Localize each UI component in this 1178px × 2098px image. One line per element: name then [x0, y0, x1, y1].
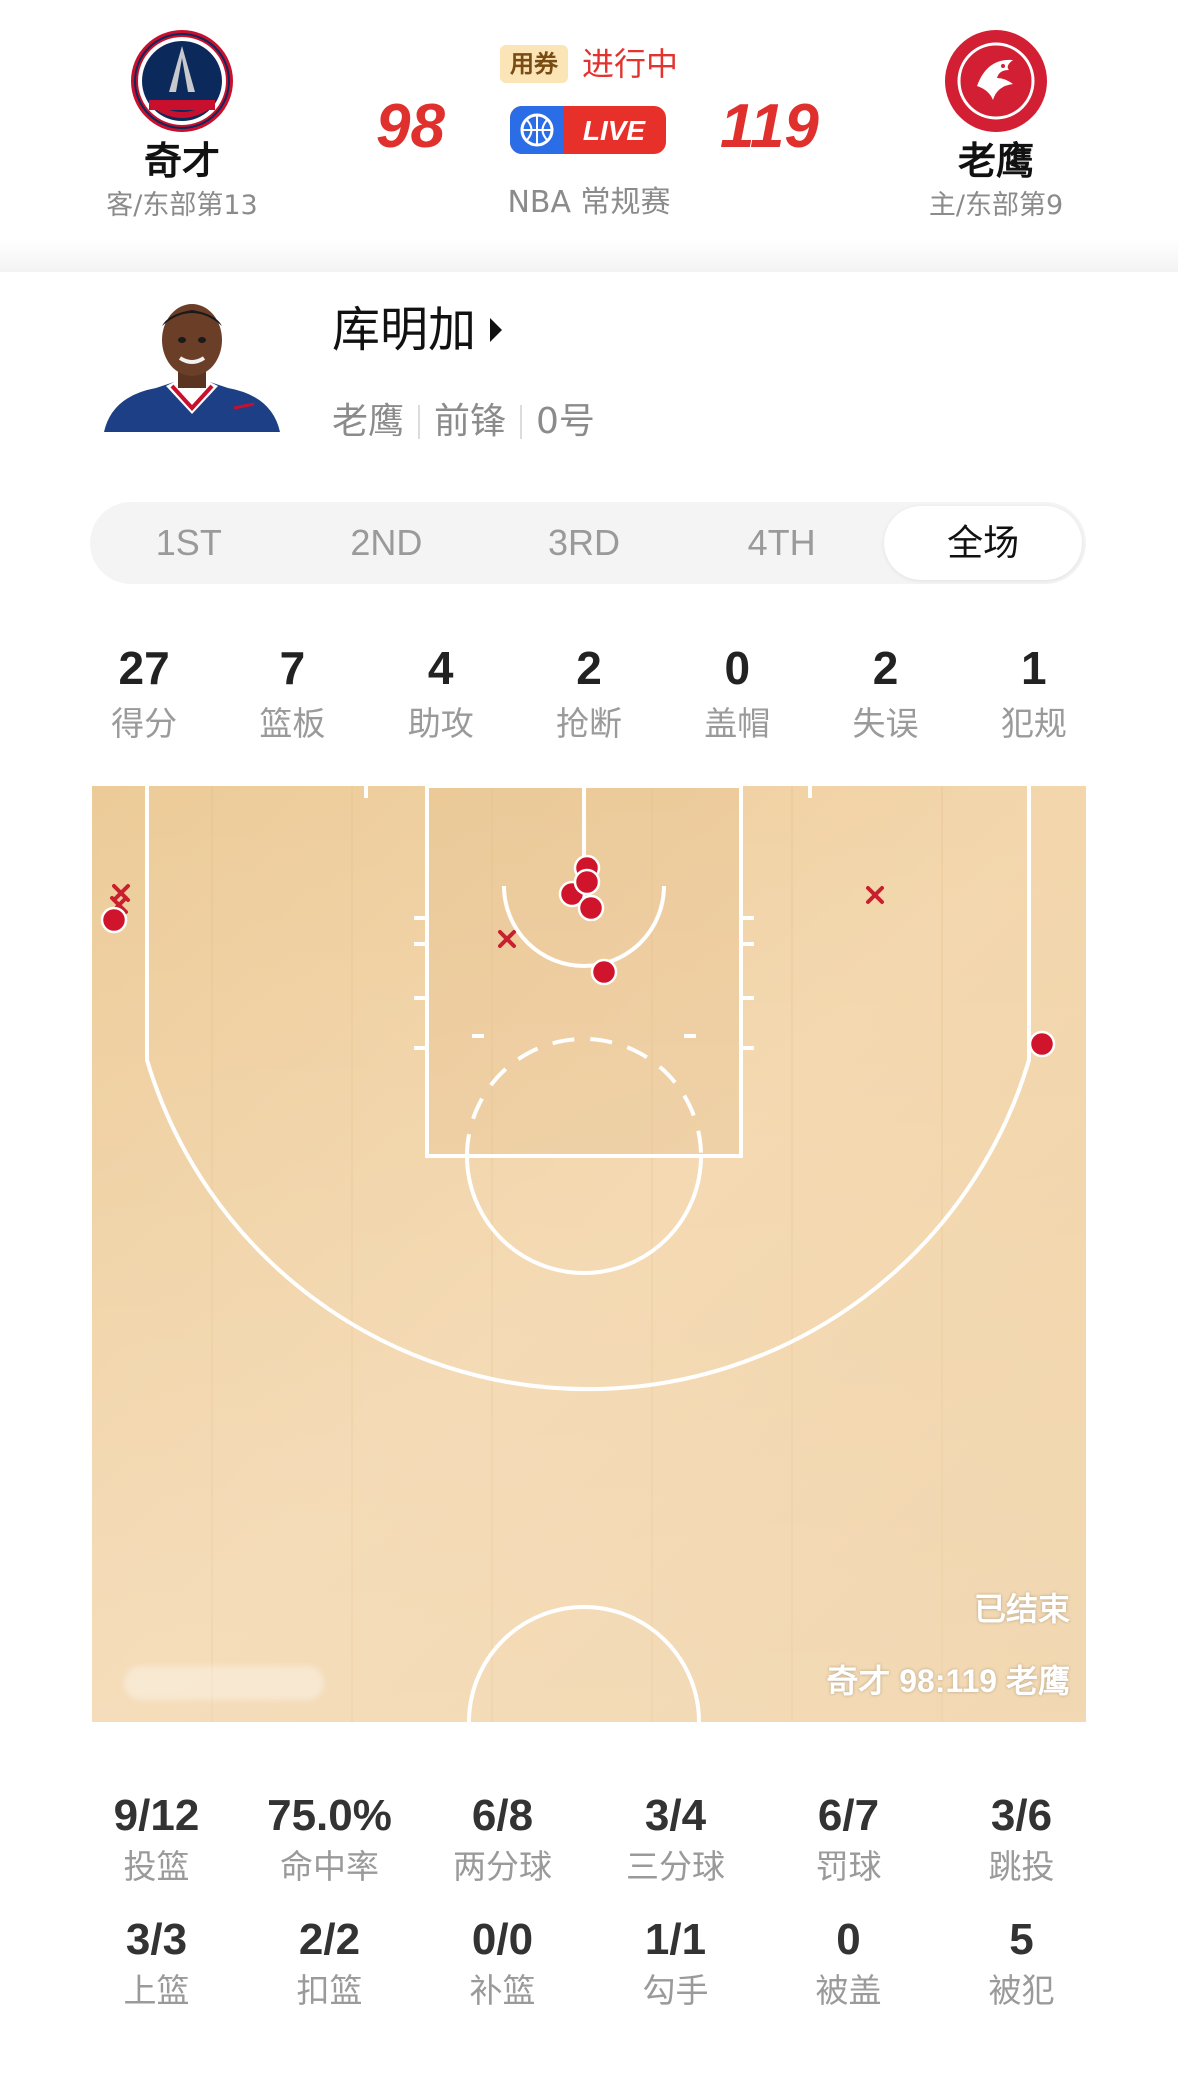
stat-ft: 6/7 罚球	[762, 1790, 935, 1888]
stat-label: 篮板	[259, 704, 326, 743]
stat-value: 0	[724, 642, 751, 694]
shooting-stats: 9/12 投篮 75.0% 命中率 6/8 两分球 3/4 三分球 6/7 罚球 3/6 跳…	[70, 1790, 1108, 2012]
stat-points: 27 得分	[70, 640, 218, 746]
divider	[520, 405, 523, 439]
caret-right-icon	[490, 318, 503, 342]
stat-steals: 2 抢断	[515, 640, 663, 746]
player-meta: 老鹰 前锋 0号	[332, 400, 595, 444]
stat-fg-pct: 75.0% 命中率	[243, 1790, 416, 1888]
stat-value: 7	[279, 642, 306, 694]
stat-value: 0/0	[471, 1915, 534, 1964]
stat-rebounds: 7 篮板	[218, 640, 366, 746]
stat-label: 助攻	[407, 704, 474, 743]
made-shot	[100, 906, 128, 934]
final-score-label: 奇才 98:119 老鹰	[826, 1663, 1070, 1699]
stat-value: 3/3	[125, 1915, 188, 1964]
main-stats: 27 得分 7 篮板 4 助攻 2 抢断 0 盖帽 2 失误 1 犯规	[70, 640, 1108, 746]
stat-blocked: 0 被盖	[762, 1914, 935, 2012]
stat-fouls: 1 犯规	[960, 640, 1108, 746]
home-score: 119	[720, 92, 819, 161]
stat-3pt: 3/4 三分球	[589, 1790, 762, 1888]
made-shot	[1028, 1030, 1056, 1058]
stat-label: 被盖	[815, 1971, 882, 2010]
stat-value: 1	[1021, 642, 1047, 694]
stat-value: 27	[118, 642, 170, 694]
stat-layup: 3/3 上篮	[70, 1914, 243, 2012]
stat-label: 跳投	[988, 1847, 1055, 1886]
home-team-name: 老鹰	[957, 139, 1034, 183]
stat-value: 2/2	[298, 1915, 361, 1964]
tab-3rd[interactable]: 3RD	[485, 502, 683, 584]
stat-label: 得分	[111, 704, 178, 743]
stat-label: 盖帽	[704, 704, 771, 743]
court-svg	[92, 786, 1086, 1722]
stat-assists: 4 助攻	[367, 640, 515, 746]
player-name-link[interactable]: 库明加	[332, 300, 503, 360]
game-header: 奇才 客/东部第13 用券 进行中 98 LIVE 119 NBA 常规赛 老鹰…	[0, 0, 1178, 272]
made-shot	[577, 894, 605, 922]
away-score: 98	[376, 92, 445, 161]
player-name: 库明加	[332, 302, 477, 358]
stat-value: 4	[427, 642, 454, 694]
hawks-logo	[945, 30, 1047, 132]
stat-label: 犯规	[1000, 704, 1067, 743]
stat-fouled: 5 被犯	[935, 1914, 1108, 2012]
live-badge[interactable]: LIVE	[510, 104, 666, 156]
player-position: 前锋	[434, 401, 507, 442]
home-team[interactable]: 老鹰 主/东部第9	[886, 28, 1106, 222]
stat-label: 扣篮	[296, 1971, 363, 2010]
made-shot	[573, 868, 601, 896]
made-shot	[590, 958, 618, 986]
tab-full-game[interactable]: 全场	[884, 506, 1082, 580]
period-tabs: 1ST 2ND 3RD 4TH 全场	[90, 502, 1086, 584]
game-ended-label: 已结束	[973, 1591, 1070, 1627]
blurred-watermark	[124, 1666, 324, 1700]
stat-value: 5	[1009, 1915, 1034, 1964]
stat-label: 上篮	[123, 1971, 190, 2010]
shot-chart: 已结束 奇才 98:119 老鹰	[92, 786, 1086, 1722]
stat-value: 0	[836, 1915, 861, 1964]
stat-value: 2	[872, 642, 899, 694]
stat-label: 抢断	[555, 704, 622, 743]
stat-value: 3/4	[644, 1791, 707, 1840]
stat-dunk: 2/2 扣篮	[243, 1914, 416, 2012]
stat-label: 投篮	[123, 1847, 190, 1886]
game-status-text: 进行中	[581, 45, 678, 83]
tab-4th[interactable]: 4TH	[683, 502, 881, 584]
live-label: LIVE	[583, 115, 647, 146]
stat-label: 命中率	[280, 1847, 379, 1886]
stat-label: 罚球	[815, 1847, 882, 1886]
stat-value: 75.0%	[267, 1791, 392, 1840]
player-avatar[interactable]	[104, 296, 280, 432]
tab-1st[interactable]: 1ST	[90, 502, 288, 584]
stat-label: 两分球	[453, 1847, 552, 1886]
stat-fg: 9/12 投篮	[70, 1790, 243, 1888]
stat-value: 3/6	[990, 1791, 1053, 1840]
stat-value: 6/7	[817, 1791, 880, 1840]
player-team: 老鹰	[332, 401, 405, 442]
tab-2nd[interactable]: 2ND	[288, 502, 486, 584]
stat-value: 2	[576, 642, 602, 694]
stat-label: 三分球	[626, 1847, 725, 1886]
player-number: 0号	[536, 401, 595, 442]
stat-label: 失误	[852, 704, 919, 743]
stat-label: 勾手	[642, 1971, 709, 2010]
stat-value: 6/8	[471, 1791, 534, 1840]
stat-label: 补篮	[469, 1971, 536, 2010]
stat-label: 被犯	[988, 1971, 1055, 2010]
stat-2pt: 6/8 两分球	[416, 1790, 589, 1888]
stat-turnovers: 2 失误	[811, 640, 959, 746]
stat-blocks: 0 盖帽	[663, 640, 811, 746]
away-team-name: 奇才	[143, 139, 220, 183]
divider	[418, 405, 421, 439]
stat-value: 9/12	[113, 1791, 200, 1840]
stat-hook: 1/1 勾手	[589, 1914, 762, 2012]
stat-value: 1/1	[644, 1915, 707, 1964]
stat-jumpshot: 3/6 跳投	[935, 1790, 1108, 1888]
stat-putback: 0/0 补篮	[416, 1914, 589, 2012]
home-team-rank: 主/东部第9	[928, 190, 1064, 221]
coupon-badge[interactable]: 用券	[499, 45, 568, 83]
